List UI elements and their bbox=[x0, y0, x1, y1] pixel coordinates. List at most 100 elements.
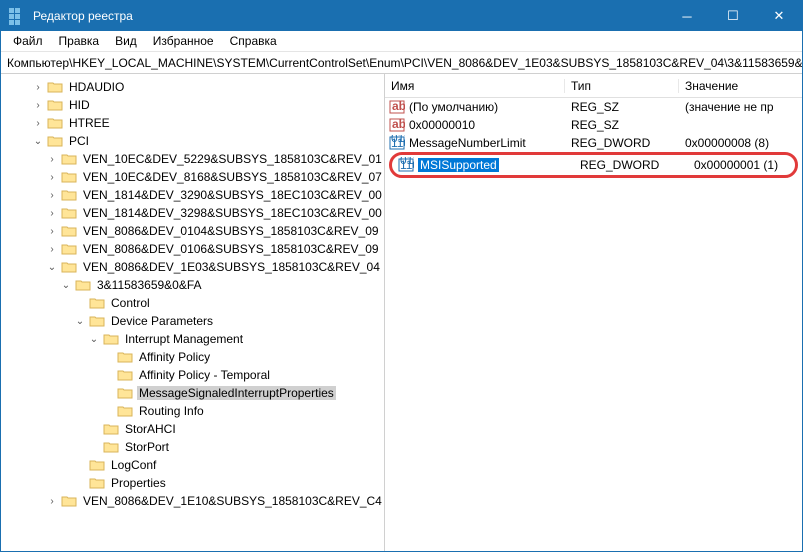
folder-icon bbox=[117, 350, 133, 364]
toggle-icon[interactable]: › bbox=[31, 118, 45, 129]
header-name[interactable]: Имя bbox=[385, 79, 565, 93]
tree-node[interactable]: LogConf bbox=[5, 456, 384, 474]
value-name: (По умолчанию) bbox=[409, 100, 498, 114]
toggle-icon[interactable]: › bbox=[45, 226, 59, 237]
minimize-button[interactable]: ─ bbox=[664, 1, 710, 31]
menu-edit[interactable]: Правка bbox=[51, 32, 108, 50]
menu-file[interactable]: Файл bbox=[5, 32, 51, 50]
tree-label: Properties bbox=[109, 476, 168, 490]
header-value[interactable]: Значение bbox=[679, 79, 802, 93]
tree-node[interactable]: Routing Info bbox=[5, 402, 384, 420]
string-icon: ab bbox=[389, 99, 405, 115]
toggle-icon[interactable]: › bbox=[45, 190, 59, 201]
value-type: REG_DWORD bbox=[574, 158, 688, 172]
tree-node[interactable]: › VEN_8086&DEV_0104&SUBSYS_1858103C&REV_0… bbox=[5, 222, 384, 240]
tree-node[interactable]: › VEN_10EC&DEV_5229&SUBSYS_1858103C&REV_0… bbox=[5, 150, 384, 168]
tree-node[interactable]: Control bbox=[5, 294, 384, 312]
value-row[interactable]: 011110MSISupportedREG_DWORD0x00000001 (1… bbox=[394, 156, 793, 174]
tree-node[interactable]: › VEN_1814&DEV_3298&SUBSYS_18EC103C&REV_0… bbox=[5, 204, 384, 222]
highlight-annotation: 011110MSISupportedREG_DWORD0x00000001 (1… bbox=[389, 152, 798, 178]
tree-label: Control bbox=[109, 296, 152, 310]
menu-favorites[interactable]: Избранное bbox=[145, 32, 222, 50]
tree-label: HDAUDIO bbox=[67, 80, 126, 94]
tree-label: VEN_8086&DEV_1E03&SUBSYS_1858103C&REV_04 bbox=[81, 260, 382, 274]
value-data: 0x00000008 (8) bbox=[679, 136, 802, 150]
tree-label: VEN_8086&DEV_0104&SUBSYS_1858103C&REV_09 bbox=[81, 224, 381, 238]
folder-icon bbox=[75, 278, 91, 292]
svg-text:ab: ab bbox=[392, 99, 405, 113]
toggle-icon[interactable]: ⌄ bbox=[73, 316, 87, 327]
tree-node[interactable]: Properties bbox=[5, 474, 384, 492]
tree-node[interactable]: › HID bbox=[5, 96, 384, 114]
maximize-button[interactable]: ☐ bbox=[710, 1, 756, 31]
menu-help[interactable]: Справка bbox=[222, 32, 285, 50]
tree-node[interactable]: ›HTREE bbox=[5, 114, 384, 132]
value-name: 0x00000010 bbox=[409, 118, 475, 132]
tree-label: Affinity Policy bbox=[137, 350, 212, 364]
value-row[interactable]: ab(По умолчанию)REG_SZ(значение не пр bbox=[385, 98, 802, 116]
tree-node[interactable]: ›VEN_10EC&DEV_8168&SUBSYS_1858103C&REV_0… bbox=[5, 168, 384, 186]
tree-label: VEN_10EC&DEV_5229&SUBSYS_1858103C&REV_01 bbox=[81, 152, 384, 166]
folder-icon bbox=[47, 80, 63, 94]
folder-icon bbox=[47, 98, 63, 112]
toggle-icon[interactable]: ⌄ bbox=[59, 280, 73, 291]
tree-node[interactable]: StorAHCI bbox=[5, 420, 384, 438]
list-headers: Имя Тип Значение bbox=[385, 74, 802, 98]
folder-icon bbox=[61, 224, 77, 238]
tree-node[interactable]: StorPort bbox=[5, 438, 384, 456]
toggle-icon[interactable]: ⌄ bbox=[31, 136, 45, 147]
tree-node[interactable]: ⌄3&11583659&0&FA bbox=[5, 276, 384, 294]
toggle-icon[interactable]: › bbox=[45, 496, 59, 507]
folder-icon bbox=[61, 260, 77, 274]
tree-node[interactable]: › VEN_1814&DEV_3290&SUBSYS_18EC103C&REV_0… bbox=[5, 186, 384, 204]
dword-icon: 011110 bbox=[389, 135, 405, 151]
folder-icon bbox=[47, 116, 63, 130]
toggle-icon[interactable]: › bbox=[45, 172, 59, 183]
tree-node[interactable]: ⌄PCI bbox=[5, 132, 384, 150]
folder-icon bbox=[117, 386, 133, 400]
tree-label: HID bbox=[67, 98, 92, 112]
tree-label: Affinity Policy - Temporal bbox=[137, 368, 272, 382]
tree-label: VEN_8086&DEV_0106&SUBSYS_1858103C&REV_09 bbox=[81, 242, 381, 256]
toggle-icon[interactable]: › bbox=[45, 244, 59, 255]
toggle-icon[interactable]: › bbox=[31, 100, 45, 111]
folder-icon bbox=[89, 314, 105, 328]
menu-view[interactable]: Вид bbox=[107, 32, 145, 50]
tree-node[interactable]: ›VEN_8086&DEV_1E10&SUBSYS_1858103C&REV_C… bbox=[5, 492, 384, 510]
toggle-icon[interactable]: › bbox=[45, 208, 59, 219]
value-row[interactable]: ab0x00000010REG_SZ bbox=[385, 116, 802, 134]
toggle-icon[interactable]: › bbox=[31, 82, 45, 93]
address-text: Компьютер\HKEY_LOCAL_MACHINE\SYSTEM\Curr… bbox=[7, 56, 802, 70]
folder-icon bbox=[103, 332, 119, 346]
tree-node[interactable]: MessageSignaledInterruptProperties bbox=[5, 384, 384, 402]
address-bar[interactable]: Компьютер\HKEY_LOCAL_MACHINE\SYSTEM\Curr… bbox=[1, 52, 802, 74]
tree-node[interactable]: › HDAUDIO bbox=[5, 78, 384, 96]
folder-icon bbox=[61, 170, 77, 184]
tree-node[interactable]: ⌄ Interrupt Management bbox=[5, 330, 384, 348]
tree-label: Interrupt Management bbox=[123, 332, 245, 346]
tree-label: VEN_1814&DEV_3298&SUBSYS_18EC103C&REV_00 bbox=[81, 206, 384, 220]
value-data: 0x00000001 (1) bbox=[688, 158, 793, 172]
tree-label: VEN_1814&DEV_3290&SUBSYS_18EC103C&REV_00 bbox=[81, 188, 384, 202]
value-type: REG_DWORD bbox=[565, 136, 679, 150]
close-button[interactable]: ✕ bbox=[756, 1, 802, 31]
menubar: Файл Правка Вид Избранное Справка bbox=[1, 31, 802, 52]
tree-node[interactable]: Affinity Policy bbox=[5, 348, 384, 366]
tree-node[interactable]: ⌄Device Parameters bbox=[5, 312, 384, 330]
svg-text:110: 110 bbox=[391, 136, 405, 150]
header-type[interactable]: Тип bbox=[565, 79, 679, 93]
value-row[interactable]: 011110 MessageNumberLimit REG_DWORD0x00000… bbox=[385, 134, 802, 152]
tree-node[interactable]: Affinity Policy - Temporal bbox=[5, 366, 384, 384]
tree-node[interactable]: ⌄ VEN_8086&DEV_1E03&SUBSYS_1858103C&REV_0… bbox=[5, 258, 384, 276]
list-pane[interactable]: Имя Тип Значение ab(По умолчанию)REG_SZ(… bbox=[385, 74, 802, 551]
toggle-icon[interactable]: › bbox=[45, 154, 59, 165]
toggle-icon[interactable]: ⌄ bbox=[45, 262, 59, 273]
tree-node[interactable]: › VEN_8086&DEV_0106&SUBSYS_1858103C&REV_0… bbox=[5, 240, 384, 258]
tree-pane[interactable]: › HDAUDIO › HID ›HTREE⌄PCI › VEN_10EC&DEV_5229… bbox=[1, 74, 385, 551]
value-name: MessageNumberLimit bbox=[409, 136, 526, 150]
folder-icon bbox=[61, 152, 77, 166]
svg-text:ab: ab bbox=[392, 117, 405, 131]
window-title: Редактор реестра bbox=[33, 9, 664, 23]
folder-icon bbox=[61, 494, 77, 508]
toggle-icon[interactable]: ⌄ bbox=[87, 334, 101, 345]
